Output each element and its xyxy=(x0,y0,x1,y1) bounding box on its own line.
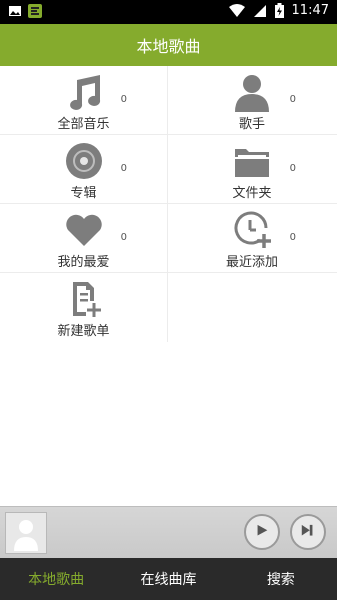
grid-item-label: 歌手 xyxy=(238,117,265,132)
play-icon xyxy=(257,524,268,536)
disc-icon xyxy=(65,143,102,179)
default-avatar-icon xyxy=(14,520,38,551)
grid-row: 全部音乐 0 歌手 0 xyxy=(0,66,337,135)
grid-item-label: 文件夹 xyxy=(232,186,272,201)
grid-item-favorites[interactable]: 我的最爱 0 xyxy=(0,204,168,273)
tab-online-library[interactable]: 在线曲库 xyxy=(112,558,224,600)
skip-next-icon xyxy=(301,524,313,536)
grid-item-artists[interactable]: 歌手 0 xyxy=(168,66,336,135)
new-playlist-icon xyxy=(72,282,101,317)
play-button[interactable] xyxy=(244,514,280,550)
grid-row: 新建歌单 xyxy=(0,273,337,342)
grid-item-recently-added[interactable]: 最近添加 0 xyxy=(168,204,336,273)
status-bar: 11:47 xyxy=(0,0,337,24)
grid-item-count: 0 xyxy=(120,232,127,243)
grid-row: 我的最爱 0 最近添加 0 xyxy=(0,204,337,273)
battery-icon xyxy=(274,3,284,18)
grid-item-count: 0 xyxy=(289,94,296,105)
person-icon xyxy=(235,75,269,112)
mini-player xyxy=(0,506,337,558)
page-title: 本地歌曲 xyxy=(136,37,201,56)
grid-row: 专辑 0 文件夹 0 xyxy=(0,135,337,204)
clock-add-icon xyxy=(234,211,271,248)
album-art[interactable] xyxy=(5,512,47,554)
grid-item-folders[interactable]: 文件夹 0 xyxy=(168,135,336,204)
grid-item-all-music[interactable]: 全部音乐 0 xyxy=(0,66,168,135)
tab-local-songs[interactable]: 本地歌曲 xyxy=(0,558,112,600)
grid-item-count: 0 xyxy=(289,163,296,174)
grid-item-label: 我的最爱 xyxy=(57,255,110,270)
wifi-icon xyxy=(228,3,245,17)
grid-item-label: 新建歌单 xyxy=(57,324,110,339)
grid-empty-cell xyxy=(168,273,336,342)
bottom-nav: 本地歌曲 在线曲库 搜索 xyxy=(0,558,337,600)
title-bar: 本地歌曲 xyxy=(0,24,337,66)
folder-icon xyxy=(235,149,269,177)
status-time: 11:47 xyxy=(291,3,329,18)
tab-search[interactable]: 搜索 xyxy=(225,558,337,600)
grid-item-label: 全部音乐 xyxy=(57,117,110,132)
grid-item-count: 0 xyxy=(120,94,127,105)
music-note-icon xyxy=(69,75,100,110)
image-notification-icon xyxy=(9,6,21,16)
app-notification-icon xyxy=(28,4,42,18)
next-button[interactable] xyxy=(290,514,326,550)
grid-item-count: 0 xyxy=(289,232,296,243)
grid-item-label: 最近添加 xyxy=(225,255,278,270)
grid-item-label: 专辑 xyxy=(70,186,97,201)
grid-item-new-playlist[interactable]: 新建歌单 xyxy=(0,273,168,342)
category-grid: 全部音乐 0 歌手 0 专辑 0 文件夹 0 我的最爱 0 最近添加 0 新建歌… xyxy=(0,66,337,342)
heart-icon xyxy=(65,214,102,246)
grid-item-count: 0 xyxy=(120,163,127,174)
signal-icon xyxy=(253,4,266,17)
grid-item-albums[interactable]: 专辑 0 xyxy=(0,135,168,204)
